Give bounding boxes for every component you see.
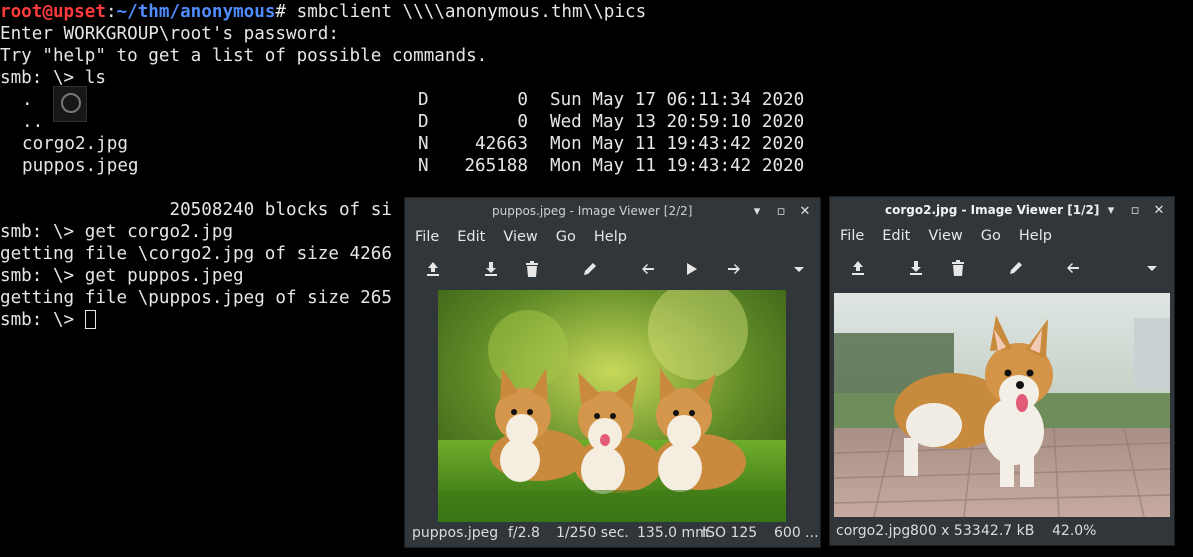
- menu-edit[interactable]: Edit: [447, 226, 493, 252]
- upload-icon[interactable]: [420, 256, 446, 282]
- menu-help[interactable]: Help: [584, 226, 635, 252]
- listing-date: Mon May 11 19:43:42 2020: [550, 156, 805, 176]
- listing-row: .. D 0 Wed May 13 20:59:10 2020: [0, 111, 830, 133]
- title-bar[interactable]: corgo2.jpg - Image Viewer [1/2] ▾ ▫ ✕: [830, 197, 1174, 225]
- listing-name: .: [22, 90, 33, 110]
- menu-view[interactable]: View: [493, 226, 545, 252]
- image-viewer-corgo2[interactable]: corgo2.jpg - Image Viewer [1/2] ▾ ▫ ✕ Fi…: [829, 196, 1175, 546]
- trash-icon[interactable]: [945, 255, 971, 281]
- status-filename: corgo2.jpg: [836, 523, 911, 539]
- menu-edit[interactable]: Edit: [872, 225, 918, 251]
- listing-name: corgo2.jpg: [22, 134, 128, 154]
- save-as-icon[interactable]: [478, 256, 504, 282]
- minimize-button[interactable]: ▾: [1104, 200, 1118, 222]
- status-bar: corgo2.jpg 800 x 533 42.7 kB 42.0%: [830, 517, 1174, 545]
- status-bar: puppos.jpeg f/2.8 1/250 sec. 135.0 mm IS…: [405, 519, 820, 547]
- listing-attr: N: [418, 134, 429, 154]
- current-prompt[interactable]: smb: \>: [0, 309, 96, 331]
- listing-size: 0: [517, 90, 528, 110]
- maximize-button[interactable]: ▫: [1128, 200, 1142, 222]
- listing-size: 265188: [464, 156, 528, 176]
- trash-icon[interactable]: [519, 256, 545, 282]
- listing-date: Wed May 13 20:59:10 2020: [550, 112, 805, 132]
- command-text: smbclient \\\\anonymous.thm\\pics: [296, 2, 647, 22]
- save-as-icon[interactable]: [903, 255, 929, 281]
- chevron-down-icon[interactable]: [786, 256, 812, 282]
- listing-size: 0: [517, 112, 528, 132]
- prompt-symbol: #: [275, 2, 297, 22]
- listing-attr: D: [418, 112, 429, 132]
- menu-go[interactable]: Go: [546, 226, 584, 252]
- listing-date: Sun May 17 06:11:34 2020: [550, 90, 805, 110]
- status-dims: 600 ...: [774, 525, 819, 541]
- prompt-host: upset: [52, 2, 106, 22]
- menu-bar: File Edit View Go Help: [830, 225, 1174, 251]
- status-shutter: 1/250 sec.: [556, 525, 629, 541]
- toolbar: [830, 253, 1174, 283]
- status-dims: 800 x 533: [910, 523, 981, 539]
- status-filesize: 42.7 kB: [981, 523, 1035, 539]
- pencil-icon[interactable]: [1003, 255, 1029, 281]
- image-viewer-puppos[interactable]: puppos.jpeg - Image Viewer [2/2] ▾ ▫ ✕ F…: [404, 197, 821, 548]
- prompt-user: root: [0, 2, 43, 22]
- title-bar[interactable]: puppos.jpeg - Image Viewer [2/2] ▾ ▫ ✕: [405, 198, 820, 226]
- status-zoom: 42.0%: [1052, 523, 1097, 539]
- play-icon[interactable]: [678, 256, 704, 282]
- listing-name: puppos.jpeg: [22, 156, 139, 176]
- arrow-left-icon[interactable]: [635, 256, 661, 282]
- corgi-photo: [834, 293, 1170, 517]
- listing-row: puppos.jpeg N 265188 Mon May 11 19:43:42…: [0, 155, 830, 177]
- listing-row: corgo2.jpg N 42663 Mon May 11 19:43:42 2…: [0, 133, 830, 155]
- status-filename: puppos.jpeg: [412, 525, 499, 541]
- blocks-line: 20508240 blocks of si: [0, 200, 392, 220]
- listing-row: . D 0 Sun May 17 06:11:34 2020: [0, 89, 830, 111]
- listing-size: 42663: [475, 134, 528, 154]
- menu-bar: File Edit View Go Help: [405, 226, 820, 252]
- window-title: puppos.jpeg - Image Viewer [2/2]: [492, 204, 693, 218]
- pencil-icon[interactable]: [577, 256, 603, 282]
- menu-file[interactable]: File: [830, 225, 872, 251]
- upload-icon[interactable]: [845, 255, 871, 281]
- desktop-ghost-icon: [53, 86, 87, 122]
- toolbar: [405, 254, 820, 284]
- three-corgis-photo: [438, 290, 786, 522]
- terminal-line: Enter WORKGROUP\root's password:: [0, 24, 339, 44]
- menu-view[interactable]: View: [918, 225, 970, 251]
- terminal-line: smb: \> get corgo2.jpg: [0, 222, 234, 242]
- prompt-path: ~/thm/anonymous: [116, 2, 276, 22]
- listing-name: ..: [22, 112, 44, 132]
- prompt-text: smb: \>: [0, 310, 85, 330]
- terminal-line: getting file \corgo2.jpg of size 4266: [0, 244, 392, 264]
- terminal-line: smb: \> get puppos.jpeg: [0, 266, 244, 286]
- menu-go[interactable]: Go: [971, 225, 1009, 251]
- status-aperture: f/2.8: [508, 525, 540, 541]
- terminal-line: getting file \puppos.jpeg of size 265: [0, 288, 392, 308]
- text-cursor: [84, 310, 96, 329]
- listing-attr: N: [418, 156, 429, 176]
- window-title: corgo2.jpg - Image Viewer [1/2]: [885, 203, 1100, 217]
- chevron-down-icon[interactable]: [1139, 255, 1165, 281]
- prompt-line: root@upset:~/thm/anonymous# smbclient \\…: [0, 1, 646, 23]
- listing-attr: D: [418, 90, 429, 110]
- menu-file[interactable]: File: [405, 226, 447, 252]
- prompt-sep: :: [105, 2, 117, 22]
- arrow-right-icon[interactable]: [721, 256, 747, 282]
- listing-date: Mon May 11 19:43:42 2020: [550, 134, 805, 154]
- maximize-button[interactable]: ▫: [774, 201, 788, 223]
- status-focal: 135.0 mm: [637, 525, 709, 541]
- image-corgo2: [834, 293, 1170, 517]
- image-puppos: [438, 290, 786, 522]
- menu-help[interactable]: Help: [1009, 225, 1060, 251]
- close-button[interactable]: ✕: [1152, 200, 1166, 222]
- terminal-line: Try "help" to get a list of possible com…: [0, 46, 488, 66]
- close-button[interactable]: ✕: [798, 201, 812, 223]
- minimize-button[interactable]: ▾: [750, 201, 764, 223]
- status-iso: ISO 125: [702, 525, 758, 541]
- prompt-at: @: [42, 2, 53, 22]
- arrow-left-icon[interactable]: [1060, 255, 1086, 281]
